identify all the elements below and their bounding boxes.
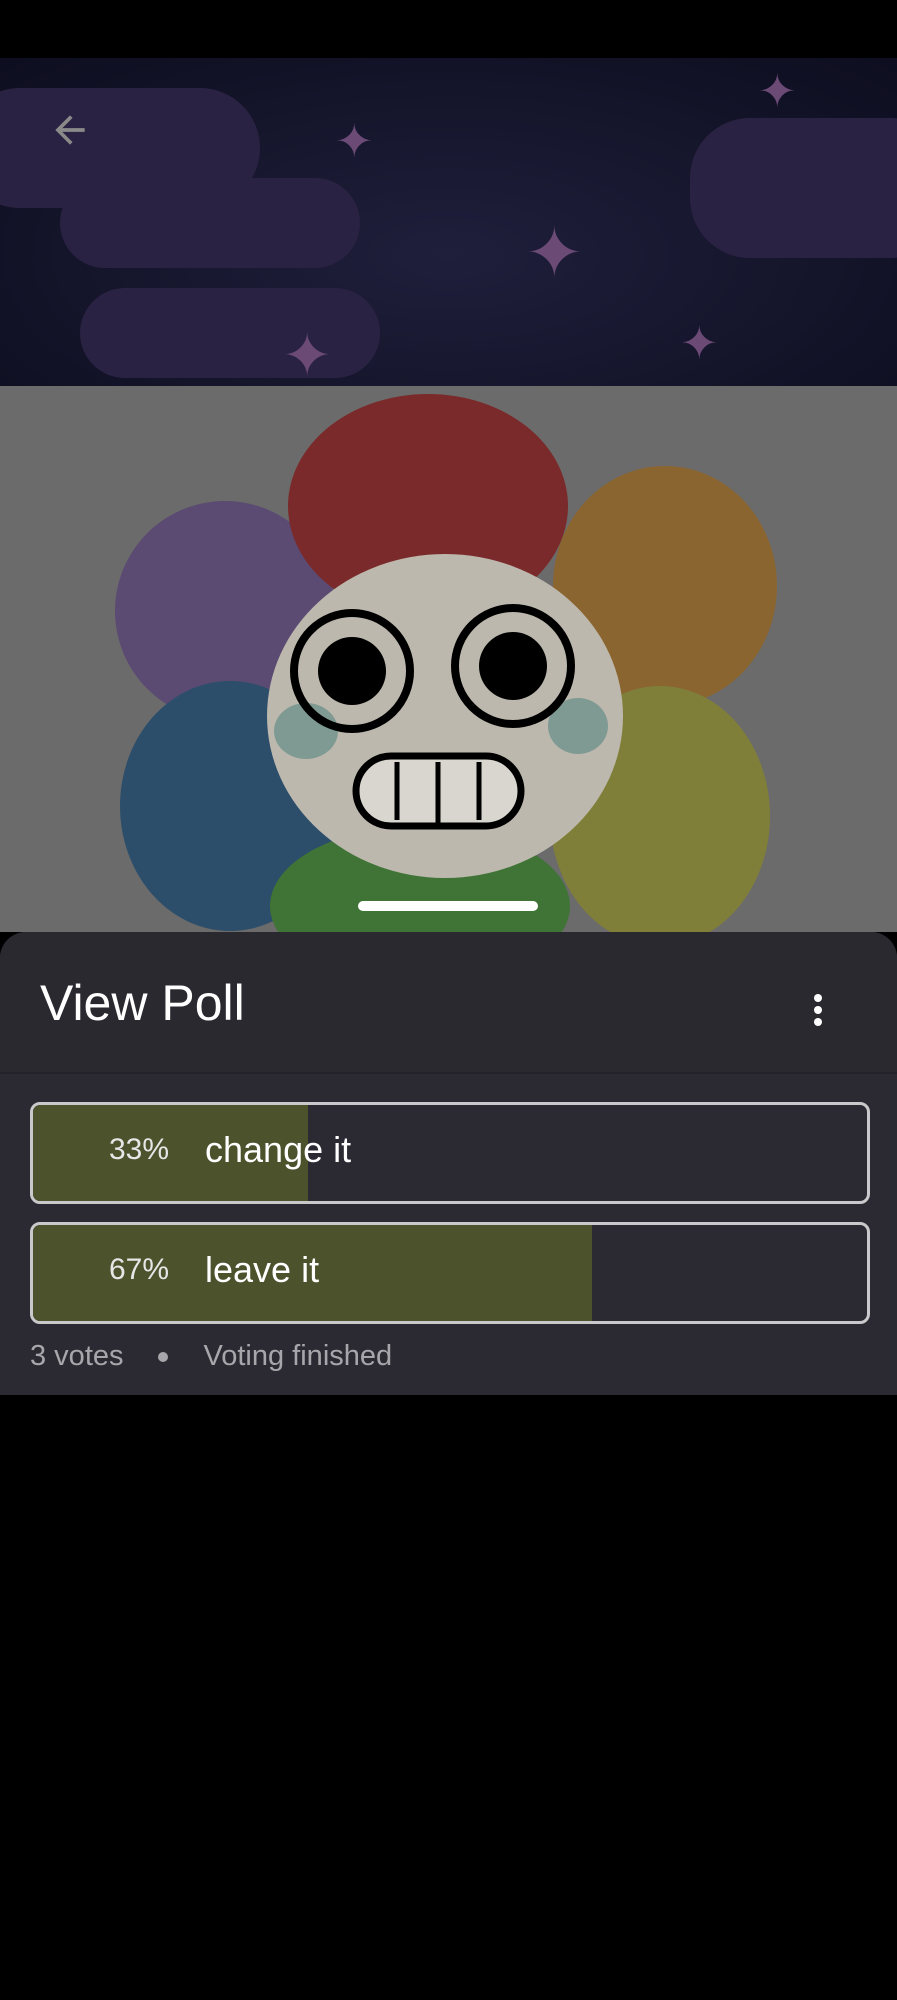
poll-status: Voting finished [203, 1340, 393, 1372]
banner-cloud [690, 118, 897, 258]
banner-cloud [80, 288, 380, 378]
sparkle-icon: ✦ [282, 322, 333, 386]
drag-handle[interactable] [358, 901, 538, 911]
arrow-left-icon [55, 115, 85, 145]
separator-dot [157, 1351, 168, 1362]
sheet-title: View Poll [40, 975, 245, 1031]
sheet-header: View Poll [0, 932, 897, 1074]
vote-count: 3 votes [30, 1340, 124, 1372]
sparkle-icon: ✦ [680, 317, 719, 369]
poll-option-percent: 67% [109, 1253, 170, 1286]
sparkle-icon: ✦ [525, 214, 584, 292]
header-banner-image: ✦ ✦ ✦ ✦ ✦ [0, 58, 897, 386]
flower-plush-image [0, 386, 897, 932]
back-button[interactable] [40, 100, 100, 160]
more-options-button[interactable] [790, 972, 846, 1048]
poll-option[interactable]: 67% leave it [30, 1222, 870, 1324]
sparkle-icon: ✦ [758, 65, 797, 117]
banner-cloud [60, 178, 360, 268]
sparkle-icon: ✦ [335, 115, 374, 167]
poll-option[interactable]: 33% change it [30, 1102, 870, 1204]
poll-option-percent: 33% [109, 1133, 170, 1166]
poll-option-label: change it [205, 1129, 352, 1170]
status-bar [0, 0, 897, 58]
poll-option-label: leave it [205, 1249, 320, 1290]
poll-footer: 3 votes Voting finished [30, 1340, 392, 1373]
more-vertical-icon [814, 994, 822, 1026]
poll-sheet: View Poll 33% change it 67% leave it 3 v… [0, 932, 897, 1395]
post-image [0, 386, 897, 932]
